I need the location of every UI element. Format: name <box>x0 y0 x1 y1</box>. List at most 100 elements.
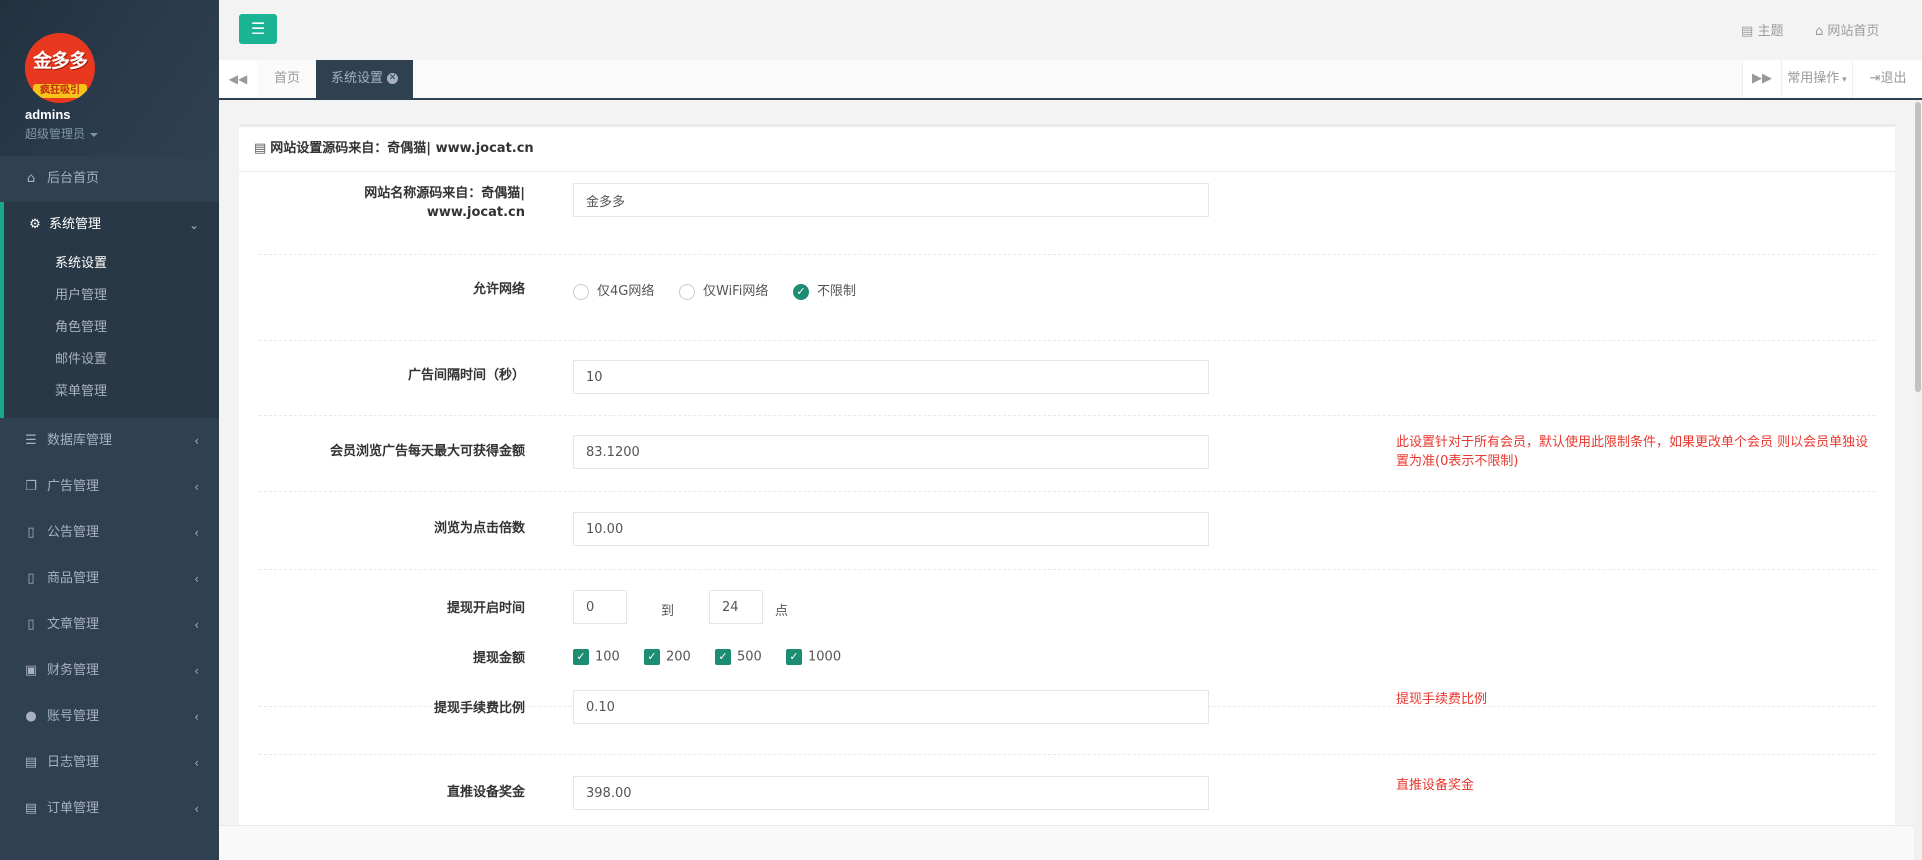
site-home-link[interactable]: ⌂ 网站首页 <box>1815 20 1879 39</box>
radio-label: 不限制 <box>817 284 857 299</box>
withdraw-time-to-input[interactable] <box>709 590 763 624</box>
checkbox-checked-icon: ✓ <box>644 649 660 665</box>
device-bonus-label: 直推设备奖金 <box>446 785 525 800</box>
sidebar-item-label: 订单管理 <box>47 801 100 816</box>
tab-scroll-right-button[interactable]: ▶▶ <box>1742 60 1781 98</box>
ad-interval-label: 广告间隔时间（秒） <box>407 368 525 383</box>
form-row-ad-interval: 广告间隔时间（秒） <box>259 340 1875 416</box>
chevron-left-icon: ‹ <box>194 710 199 724</box>
database-icon: ☰ <box>25 433 37 448</box>
hamburger-icon: ☰ <box>250 19 266 38</box>
chevron-left-icon: ‹ <box>194 434 199 448</box>
common-ops-dropdown[interactable]: 常用操作 ▾ <box>1781 60 1852 98</box>
sidebar-item-label: 商品管理 <box>47 571 100 586</box>
sidebar-item-orders[interactable]: ▤ 订单管理 ‹ <box>0 786 219 832</box>
caret-down-icon: ▾ <box>1839 75 1847 85</box>
sidebar-item-products[interactable]: ▯ 商品管理 ‹ <box>0 556 219 602</box>
sidebar-subitem-system-settings[interactable]: 系统设置 <box>4 248 219 280</box>
top-bar: ☰ ▤ 主题 ⌂ 网站首页 <box>219 0 1922 61</box>
sidebar-item-label: 后台首页 <box>47 171 100 186</box>
list-icon: ▤ <box>254 141 267 156</box>
form-row-withdraw: 提现开启时间 到 点 提现金额 ✓ 100 ✓ 200 ✓ 500 ✓ 1000 提现手… <box>259 569 1875 724</box>
checkbox-checked-icon: ✓ <box>715 649 731 665</box>
chevron-left-icon: ‹ <box>194 802 199 816</box>
withdraw-fee-input[interactable] <box>573 690 1209 724</box>
username: admins <box>25 107 71 122</box>
checkbox-label: 100 <box>595 649 620 665</box>
sidebar-subitem-user-management[interactable]: 用户管理 <box>4 280 219 312</box>
chevron-left-icon: ‹ <box>194 664 199 678</box>
sidebar-item-accounts[interactable]: ● 账号管理 ‹ <box>0 694 219 740</box>
chevron-left-icon: ‹ <box>194 480 199 494</box>
checkbox-checked-icon: ✓ <box>786 649 802 665</box>
withdraw-amount-label: 提现金额 <box>472 651 525 666</box>
withdraw-amount-1000[interactable]: ✓ 1000 <box>786 649 841 665</box>
device-bonus-input[interactable] <box>573 776 1209 810</box>
network-option-unlimited[interactable]: ✓ 不限制 <box>793 280 856 300</box>
sidebar-item-system[interactable]: ⚙ 系统管理 ⌄ <box>4 202 219 248</box>
sidebar-item-label: 广告管理 <box>47 479 100 494</box>
max-earn-label: 会员浏览广告每天最大可获得金额 <box>329 444 525 459</box>
sidebar-item-articles[interactable]: ▯ 文章管理 ‹ <box>0 602 219 648</box>
click-ratio-label: 浏览为点击倍数 <box>433 521 525 536</box>
network-option-wifi[interactable]: 仅WiFi网络 <box>679 280 768 300</box>
site-name-input[interactable] <box>573 183 1209 217</box>
sidebar-group-system: ⚙ 系统管理 ⌄ 系统设置 用户管理 角色管理 邮件设置 菜单管理 <box>0 202 219 418</box>
scrollbar[interactable] <box>1914 102 1922 860</box>
sidebar-item-label: 日志管理 <box>47 755 100 770</box>
common-ops-label: 常用操作 <box>1787 71 1840 86</box>
user-role-dropdown[interactable]: 超级管理员 <box>25 125 99 142</box>
sidebar-item-home[interactable]: ⌂ 后台首页 <box>0 156 219 202</box>
checkbox-label: 500 <box>737 649 762 665</box>
tab-bar: ◀◀ 首页 系统设置 ✕ ▶▶ 常用操作 ▾ ⇥退出 <box>219 60 1922 100</box>
bottom-strip <box>219 825 1922 860</box>
tab-home[interactable]: 首页 <box>259 60 315 98</box>
sidebar-item-logs[interactable]: ▤ 日志管理 ‹ <box>0 740 219 786</box>
scrollbar-thumb[interactable] <box>1915 102 1921 392</box>
sidebar-subitem-role-management[interactable]: 角色管理 <box>4 312 219 344</box>
radio-checked-icon: ✓ <box>793 283 809 300</box>
sidebar-item-ads[interactable]: ❐ 广告管理 ‹ <box>0 464 219 510</box>
sidebar-submenu: 系统设置 用户管理 角色管理 邮件设置 菜单管理 <box>4 248 219 418</box>
file-icon: ▯ <box>27 571 35 586</box>
radio-label: 仅4G网络 <box>597 284 655 299</box>
max-earn-input[interactable] <box>573 435 1209 469</box>
close-icon[interactable]: ✕ <box>387 73 399 84</box>
ad-interval-input[interactable] <box>573 360 1209 394</box>
chevron-left-icon: ‹ <box>194 756 199 770</box>
user-role-label: 超级管理员 <box>25 127 86 141</box>
form-row-network: 允许网络 仅4G网络 仅WiFi网络 ✓ 不限制 <box>259 254 1875 341</box>
withdraw-amount-100[interactable]: ✓ 100 <box>573 649 620 665</box>
sidebar-item-notices[interactable]: ▯ 公告管理 ‹ <box>0 510 219 556</box>
network-option-4g[interactable]: 仅4G网络 <box>573 280 654 300</box>
sidebar-item-label: 文章管理 <box>47 617 100 632</box>
sidebar-item-label: 公告管理 <box>47 525 100 540</box>
sidebar-item-label: 数据库管理 <box>47 433 113 448</box>
logout-button[interactable]: ⇥退出 <box>1852 60 1922 98</box>
tab-scroll-left-button[interactable]: ◀◀ <box>219 60 257 98</box>
form-row-site-name: 网站名称源码来自：奇偶猫| www.jocat.cn <box>259 172 1875 255</box>
theme-link[interactable]: ▤ 主题 <box>1741 20 1783 39</box>
max-earn-note: 此设置针对于所有会员，默认使用此限制条件，如果更改单个会员 则以会员单独设 置为准… <box>1396 433 1868 471</box>
click-ratio-input[interactable] <box>573 512 1209 546</box>
sidebar-subitem-menu-management[interactable]: 菜单管理 <box>4 376 219 408</box>
sidebar-item-label: 账号管理 <box>47 709 100 724</box>
site-name-label-line2: www.jocat.cn <box>426 205 525 220</box>
list-icon: ▤ <box>24 755 38 770</box>
withdraw-time-from-input[interactable] <box>573 590 627 624</box>
chevron-left-icon: ‹ <box>194 526 199 540</box>
sidebar-item-label: 系统管理 <box>49 217 102 232</box>
withdraw-amount-200[interactable]: ✓ 200 <box>644 649 691 665</box>
sidebar-item-finance[interactable]: ▣ 财务管理 ‹ <box>0 648 219 694</box>
withdraw-time-unit: 点 <box>775 604 789 619</box>
backward-icon: ◀◀ <box>228 72 248 86</box>
home-icon: ⌂ <box>1815 24 1824 39</box>
copy-icon: ❐ <box>25 479 37 494</box>
tab-system-settings[interactable]: 系统设置 ✕ <box>316 60 414 98</box>
checkbox-checked-icon: ✓ <box>573 649 589 665</box>
site-home-label: 网站首页 <box>1827 24 1880 39</box>
sidebar-subitem-mail-settings[interactable]: 邮件设置 <box>4 344 219 376</box>
sidebar-item-database[interactable]: ☰ 数据库管理 ‹ <box>0 418 219 464</box>
withdraw-amount-500[interactable]: ✓ 500 <box>715 649 762 665</box>
toggle-sidebar-button[interactable]: ☰ <box>239 14 277 44</box>
